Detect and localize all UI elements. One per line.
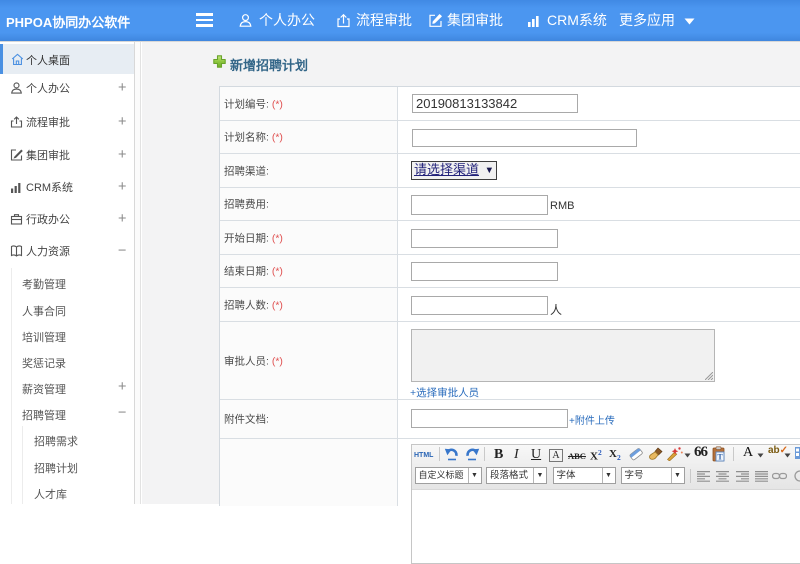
svg-text:T: T <box>717 452 723 461</box>
